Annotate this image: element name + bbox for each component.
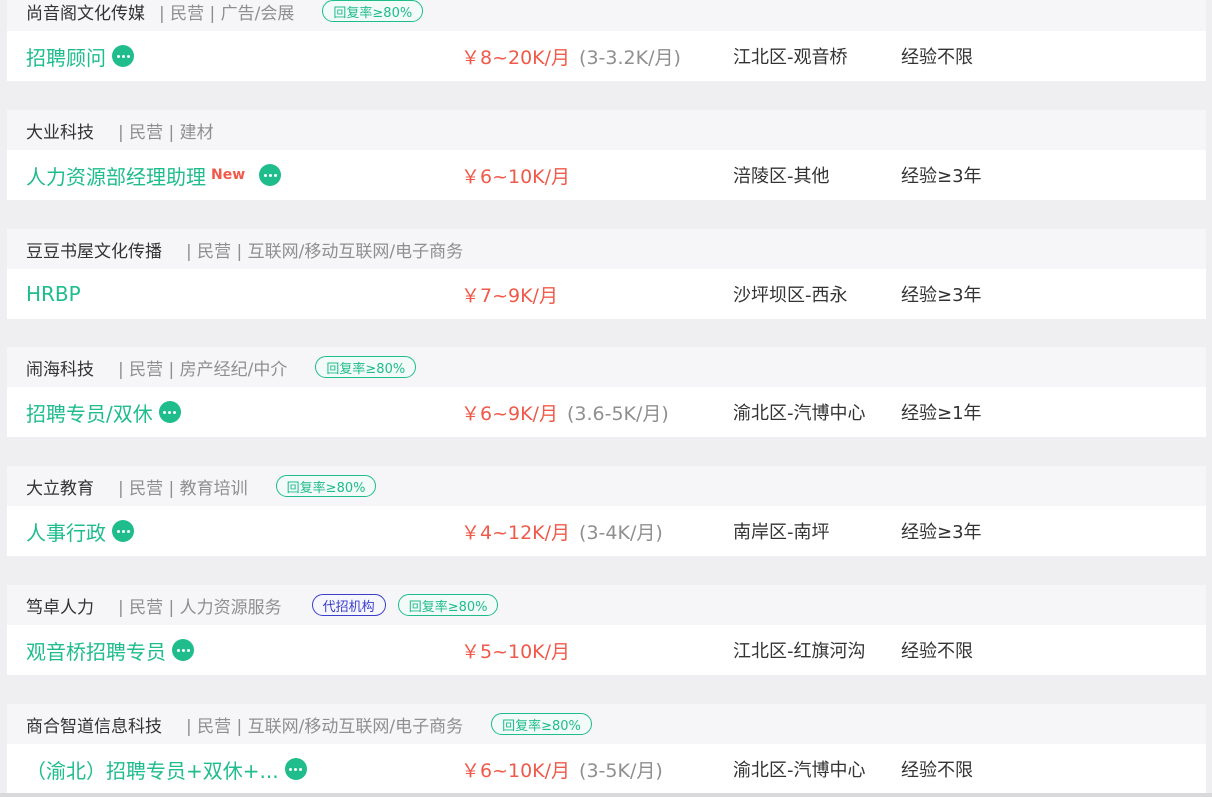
experience-requirement: 经验≥3年 [901,166,982,187]
job-location: 渝北区-汽博中心 [733,760,866,781]
job-location: 南岸区-南坪 [733,522,830,543]
reply-rate-badge: 回复率≥80% [491,713,592,735]
company-meta: | 民营 | 教育培训 [118,478,248,499]
salary-sub: (3-4K/月) [579,521,663,544]
job-card: 尚音阁文化传媒 | 民营 | 广告/会展 回复率≥80% 招聘顾问 ￥8~20K… [7,0,1206,81]
job-location: 涪陵区-其他 [733,166,830,187]
job-title[interactable]: 招聘顾问 [26,42,106,71]
company-row: 大立教育 | 民营 | 教育培训 回复率≥80% [7,466,1206,506]
salary: ￥6~10K/月 [461,165,571,188]
company-row: 闹海科技 | 民营 | 房产经纪/中介 回复率≥80% [7,347,1206,387]
reply-rate-badge: 回复率≥80% [315,356,417,378]
job-card: 闹海科技 | 民营 | 房产经纪/中介 回复率≥80% 招聘专员/双休 ￥6~9… [7,347,1206,437]
experience-requirement: 经验不限 [901,760,973,781]
job-location: 江北区-观音桥 [733,47,848,68]
chat-bubble-icon[interactable] [284,758,307,780]
company-name[interactable]: 大业科技 [26,118,94,143]
job-title[interactable]: （渝北）招聘专员+双休+... [26,755,279,784]
company-row: 尚音阁文化传媒 | 民营 | 广告/会展 回复率≥80% [7,0,1206,31]
bottom-divider [0,793,1212,797]
experience-requirement: 经验≥1年 [901,403,982,424]
reply-rate-badge: 回复率≥80% [275,475,377,497]
salary-sub: (3.6-5K/月) [566,402,669,425]
company-name[interactable]: 笃卓人力 [26,593,94,618]
job-location: 江北区-红旗河沟 [733,641,866,662]
company-name[interactable]: 大立教育 [26,474,94,499]
company-row: 豆豆书屋文化传播 | 民营 | 互联网/移动互联网/电子商务 [7,229,1206,269]
agency-badge: 代招机构 [311,594,386,616]
chat-bubble-icon[interactable] [259,164,282,186]
job-row[interactable]: 观音桥招聘专员 ￥5~10K/月 江北区-红旗河沟 经验不限 [7,625,1206,675]
company-name[interactable]: 尚音阁文化传媒 [26,0,145,24]
salary-sub: (3-5K/月) [579,759,663,782]
salary: ￥7~9K/月 [461,284,558,307]
job-card: 豆豆书屋文化传播 | 民营 | 互联网/移动互联网/电子商务 HRBP ￥7~9… [7,229,1206,319]
company-meta: | 民营 | 人力资源服务 [118,597,282,618]
company-meta: | 民营 | 互联网/移动互联网/电子商务 [186,241,464,262]
new-tag: New [211,167,246,183]
reply-rate-badge: 回复率≥80% [397,594,499,616]
company-row: 商合智道信息科技 | 民营 | 互联网/移动互联网/电子商务 回复率≥80% [7,704,1206,744]
experience-requirement: 经验不限 [901,47,973,68]
chat-bubble-icon[interactable] [158,401,181,423]
job-row[interactable]: 人力资源部经理助理 New ￥6~10K/月 涪陵区-其他 经验≥3年 [7,150,1206,200]
company-meta: | 民营 | 广告/会展 [159,3,295,24]
company-row: 笃卓人力 | 民营 | 人力资源服务 代招机构 回复率≥80% [7,585,1206,625]
job-card: 大业科技 | 民营 | 建材 人力资源部经理助理 New ￥6~10K/月 涪陵… [7,110,1206,200]
company-name[interactable]: 豆豆书屋文化传播 [26,237,162,262]
chat-bubble-icon[interactable] [172,639,194,661]
job-card: 商合智道信息科技 | 民营 | 互联网/移动互联网/电子商务 回复率≥80% （… [7,704,1206,794]
chat-bubble-icon[interactable] [112,520,134,542]
experience-requirement: 经验≥3年 [901,522,982,543]
job-card: 笃卓人力 | 民营 | 人力资源服务 代招机构 回复率≥80% 观音桥招聘专员 … [7,585,1206,675]
salary: ￥8~20K/月 [461,46,571,69]
salary: ￥6~10K/月 [461,759,571,782]
job-title[interactable]: 招聘专员/双休 [26,398,153,427]
job-row[interactable]: 招聘专员/双休 ￥6~9K/月 (3.6-5K/月) 渝北区-汽博中心 经验≥1… [7,387,1206,437]
job-title[interactable]: 人力资源部经理助理 [26,161,206,190]
job-location: 沙坪坝区-西永 [733,285,848,306]
job-title[interactable]: 观音桥招聘专员 [26,636,166,665]
company-name[interactable]: 商合智道信息科技 [26,712,162,737]
job-row[interactable]: HRBP ￥7~9K/月 沙坪坝区-西永 经验≥3年 [7,269,1206,319]
job-row[interactable]: 招聘顾问 ￥8~20K/月 (3-3.2K/月) 江北区-观音桥 经验不限 [7,31,1206,81]
company-meta: | 民营 | 互联网/移动互联网/电子商务 [186,716,464,737]
salary: ￥5~10K/月 [461,640,571,663]
reply-rate-badge: 回复率≥80% [322,0,424,22]
job-title[interactable]: HRBP [26,282,81,306]
job-row[interactable]: 人事行政 ￥4~12K/月 (3-4K/月) 南岸区-南坪 经验≥3年 [7,506,1206,556]
job-title[interactable]: 人事行政 [26,517,106,546]
company-meta: | 民营 | 建材 [118,122,214,143]
company-row: 大业科技 | 民营 | 建材 [7,110,1206,150]
job-row[interactable]: （渝北）招聘专员+双休+... ￥6~10K/月 (3-5K/月) 渝北区-汽博… [7,744,1206,794]
chat-bubble-icon[interactable] [112,45,134,67]
salary: ￥6~9K/月 [461,402,558,425]
job-card: 大立教育 | 民营 | 教育培训 回复率≥80% 人事行政 ￥4~12K/月 (… [7,466,1206,556]
experience-requirement: 经验≥3年 [901,285,982,306]
job-location: 渝北区-汽博中心 [733,403,866,424]
company-name[interactable]: 闹海科技 [26,355,94,380]
experience-requirement: 经验不限 [901,641,973,662]
company-meta: | 民营 | 房产经纪/中介 [118,359,288,380]
salary: ￥4~12K/月 [461,521,571,544]
salary-sub: (3-3.2K/月) [579,46,681,69]
